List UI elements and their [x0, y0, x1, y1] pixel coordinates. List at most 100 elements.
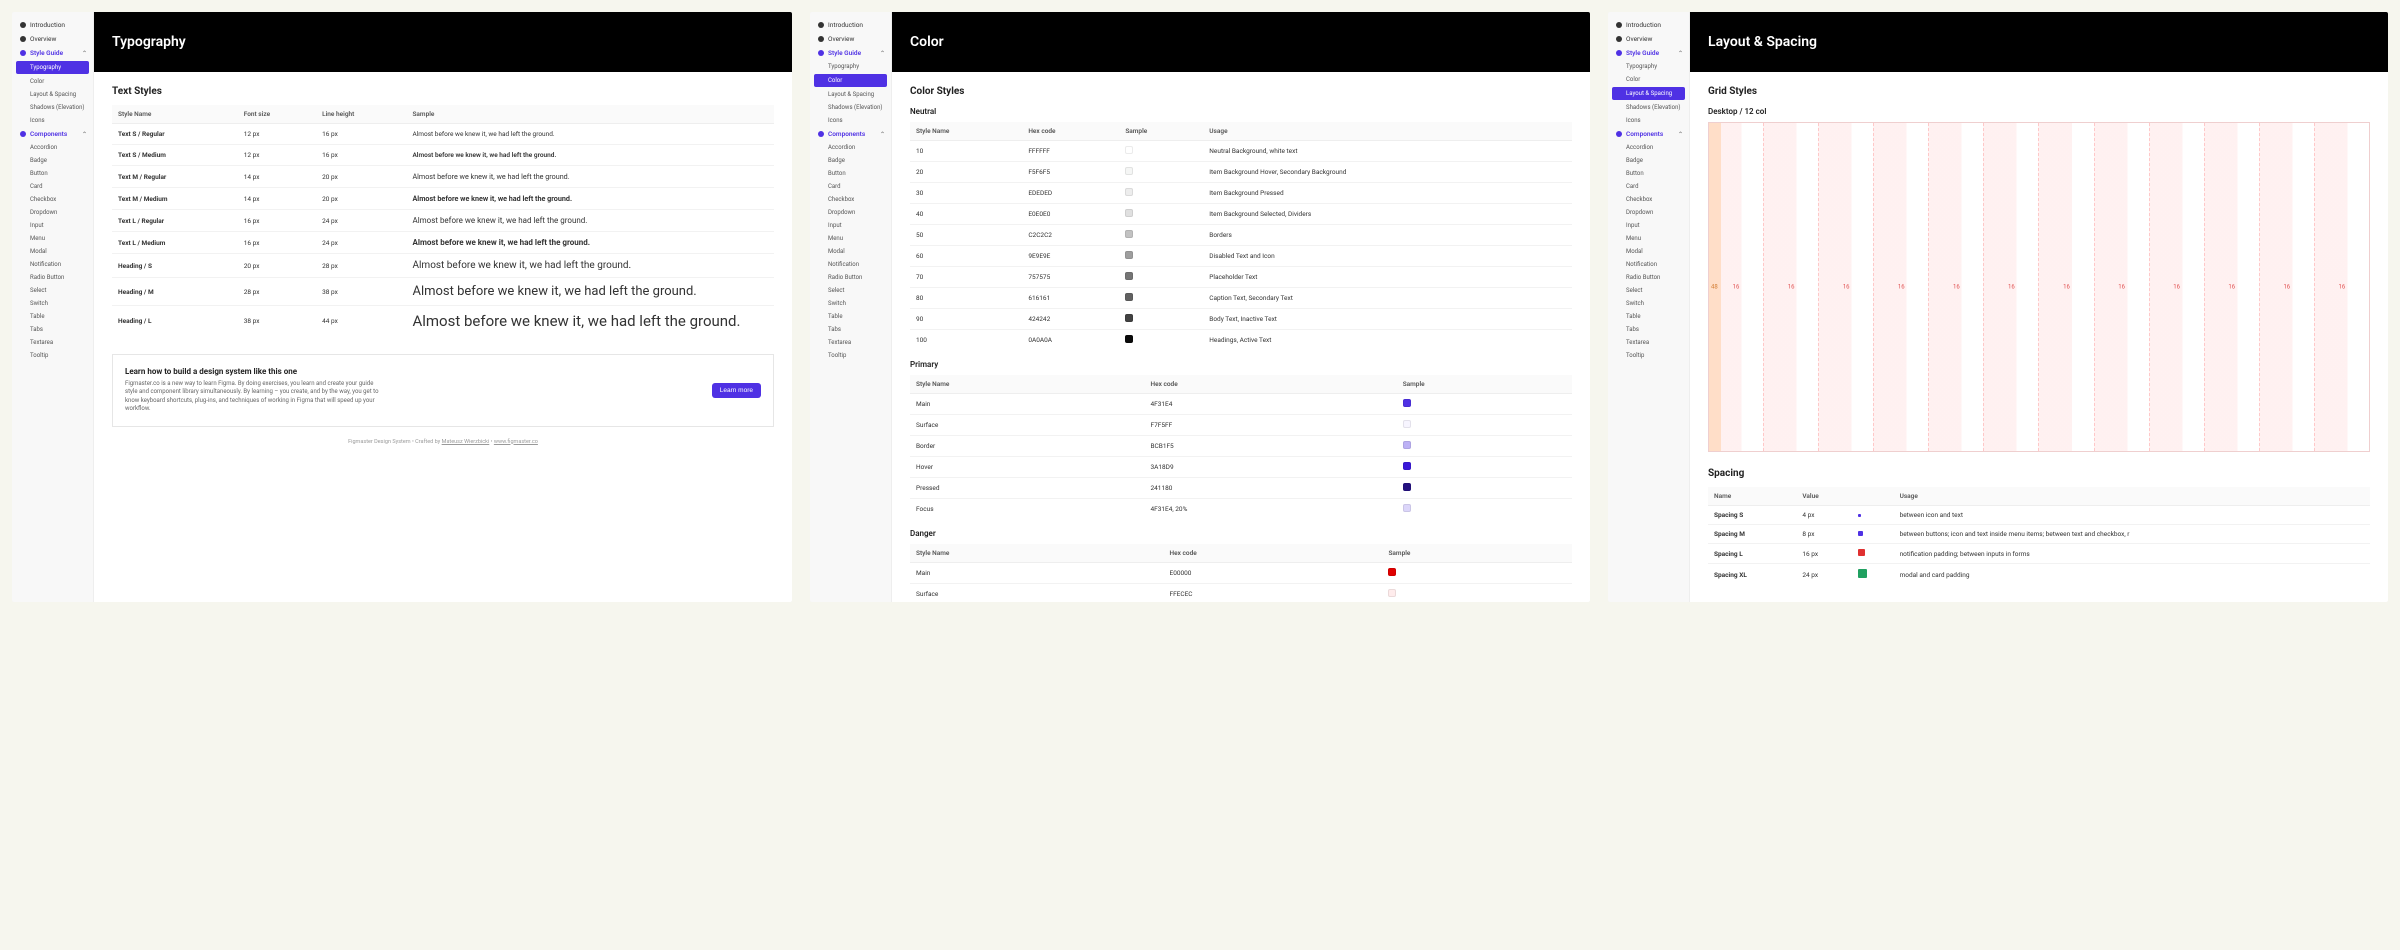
- nav-subitem[interactable]: Tabs: [12, 323, 93, 336]
- nav-subitem[interactable]: Menu: [810, 232, 891, 245]
- nav-subitem[interactable]: Input: [1608, 219, 1689, 232]
- sample-cell: Almost before we knew it, we had left th…: [406, 232, 774, 254]
- nav-subitem[interactable]: Menu: [1608, 232, 1689, 245]
- text-styles-table: Style NameFont sizeLine heightSample Tex…: [112, 105, 774, 336]
- nav-subitem[interactable]: Dropdown: [12, 206, 93, 219]
- nav-subitem[interactable]: Button: [810, 167, 891, 180]
- nav-subitem[interactable]: Badge: [810, 154, 891, 167]
- nav-subitem[interactable]: Icons: [810, 114, 891, 127]
- nav-subitem[interactable]: Checkbox: [1608, 193, 1689, 206]
- nav-subitem[interactable]: Tabs: [1608, 323, 1689, 336]
- nav-section-style-guide[interactable]: Style Guide⌃: [12, 46, 93, 60]
- nav-subitem[interactable]: Radio Button: [12, 271, 93, 284]
- nav-subitem[interactable]: Shadows (Elevation): [12, 101, 93, 114]
- color-group-title: Danger: [910, 529, 1572, 538]
- nav-subitem[interactable]: Table: [12, 310, 93, 323]
- nav-item[interactable]: Introduction: [12, 18, 93, 32]
- nav-item[interactable]: Introduction: [1608, 18, 1689, 32]
- nav-subitem[interactable]: Tabs: [810, 323, 891, 336]
- nav-subitem[interactable]: Notification: [1608, 258, 1689, 271]
- nav-item[interactable]: Overview: [1608, 32, 1689, 46]
- nav-item[interactable]: Introduction: [810, 18, 891, 32]
- nav-section-components[interactable]: Components⌃: [1608, 127, 1689, 141]
- color-swatch: [1403, 420, 1411, 428]
- nav-subitem[interactable]: Textarea: [810, 336, 891, 349]
- color-name-cell: 60: [910, 246, 1022, 267]
- color-swatch: [1403, 441, 1411, 449]
- nav-subitem[interactable]: Accordion: [1608, 141, 1689, 154]
- nav-subitem[interactable]: Notification: [12, 258, 93, 271]
- nav-subitem[interactable]: Accordion: [12, 141, 93, 154]
- nav-subitem[interactable]: Tooltip: [12, 349, 93, 362]
- nav-subitem[interactable]: Modal: [12, 245, 93, 258]
- table-header: Hex code: [1164, 544, 1383, 563]
- swatch-cell: [1119, 183, 1203, 204]
- nav-subitem[interactable]: Card: [12, 180, 93, 193]
- nav-subitem[interactable]: Icons: [1608, 114, 1689, 127]
- nav-subitem[interactable]: Input: [810, 219, 891, 232]
- nav-subitem[interactable]: Modal: [1608, 245, 1689, 258]
- nav-subitem[interactable]: Shadows (Elevation): [1608, 101, 1689, 114]
- nav-subitem[interactable]: Card: [810, 180, 891, 193]
- nav-subitem[interactable]: Menu: [12, 232, 93, 245]
- nav-subitem[interactable]: Switch: [810, 297, 891, 310]
- table-header: Sample: [1397, 375, 1572, 394]
- style-name-cell: Heading / L: [112, 306, 238, 337]
- learn-more-button[interactable]: Learn more: [712, 383, 761, 398]
- nav-subitem[interactable]: Accordion: [810, 141, 891, 154]
- nav-subitem[interactable]: Icons: [12, 114, 93, 127]
- nav-subitem[interactable]: Color: [1608, 73, 1689, 86]
- footer-site-link[interactable]: www.figmaster.co: [494, 439, 538, 445]
- nav-subitem[interactable]: Radio Button: [810, 271, 891, 284]
- nav-section-components[interactable]: Components⌃: [12, 127, 93, 141]
- nav-subitem[interactable]: Dropdown: [1608, 206, 1689, 219]
- nav-subitem[interactable]: Button: [1608, 167, 1689, 180]
- nav-subitem[interactable]: Modal: [810, 245, 891, 258]
- table-row: SurfaceFFECEC: [910, 584, 1572, 603]
- nav-section-components[interactable]: Components⌃: [810, 127, 891, 141]
- nav-subitem[interactable]: Typography: [1608, 60, 1689, 73]
- nav-subitem[interactable]: Layout & Spacing: [12, 88, 93, 101]
- nav-subitem[interactable]: Layout & Spacing: [810, 88, 891, 101]
- grid-gutter-label: 16: [1733, 284, 1740, 291]
- nav-item[interactable]: Overview: [12, 32, 93, 46]
- nav-subitem[interactable]: Notification: [810, 258, 891, 271]
- nav-subitem[interactable]: Switch: [12, 297, 93, 310]
- nav-item[interactable]: Overview: [810, 32, 891, 46]
- nav-subitem[interactable]: Checkbox: [810, 193, 891, 206]
- nav-subitem[interactable]: Color: [814, 74, 887, 87]
- nav-subitem[interactable]: Shadows (Elevation): [810, 101, 891, 114]
- nav-subitem[interactable]: Tooltip: [1608, 349, 1689, 362]
- footer-author-link[interactable]: Mateusz Wierzbicki: [442, 439, 490, 445]
- table-row: SurfaceF7F5FF: [910, 415, 1572, 436]
- nav-subitem[interactable]: Layout & Spacing: [1612, 87, 1685, 100]
- nav-section-style-guide[interactable]: Style Guide⌃: [810, 46, 891, 60]
- font-size-cell: 14 px: [238, 166, 316, 188]
- nav-subitem[interactable]: Table: [810, 310, 891, 323]
- nav-subitem[interactable]: Typography: [810, 60, 891, 73]
- nav-subitem[interactable]: Tooltip: [810, 349, 891, 362]
- nav-subitem[interactable]: Checkbox: [12, 193, 93, 206]
- nav-section-style-guide[interactable]: Style Guide⌃: [1608, 46, 1689, 60]
- nav-subitem[interactable]: Card: [1608, 180, 1689, 193]
- nav-subitem[interactable]: Select: [1608, 284, 1689, 297]
- nav-subitem[interactable]: Textarea: [12, 336, 93, 349]
- nav-subitem[interactable]: Switch: [1608, 297, 1689, 310]
- font-size-cell: 12 px: [238, 145, 316, 166]
- grid-section-title: Grid Styles: [1708, 86, 2370, 97]
- chevron-up-icon: ⌃: [880, 131, 885, 138]
- nav-subitem[interactable]: Badge: [1608, 154, 1689, 167]
- nav-subitem[interactable]: Color: [12, 75, 93, 88]
- nav-subitem[interactable]: Radio Button: [1608, 271, 1689, 284]
- spacing-swatch-cell: [1852, 564, 1893, 586]
- nav-subitem[interactable]: Select: [810, 284, 891, 297]
- nav-subitem[interactable]: Button: [12, 167, 93, 180]
- nav-subitem[interactable]: Input: [12, 219, 93, 232]
- nav-subitem[interactable]: Textarea: [1608, 336, 1689, 349]
- nav-subitem[interactable]: Select: [12, 284, 93, 297]
- nav-subitem[interactable]: Typography: [16, 61, 89, 74]
- nav-subitem[interactable]: Dropdown: [810, 206, 891, 219]
- style-name-cell: Text L / Medium: [112, 232, 238, 254]
- nav-subitem[interactable]: Table: [1608, 310, 1689, 323]
- nav-subitem[interactable]: Badge: [12, 154, 93, 167]
